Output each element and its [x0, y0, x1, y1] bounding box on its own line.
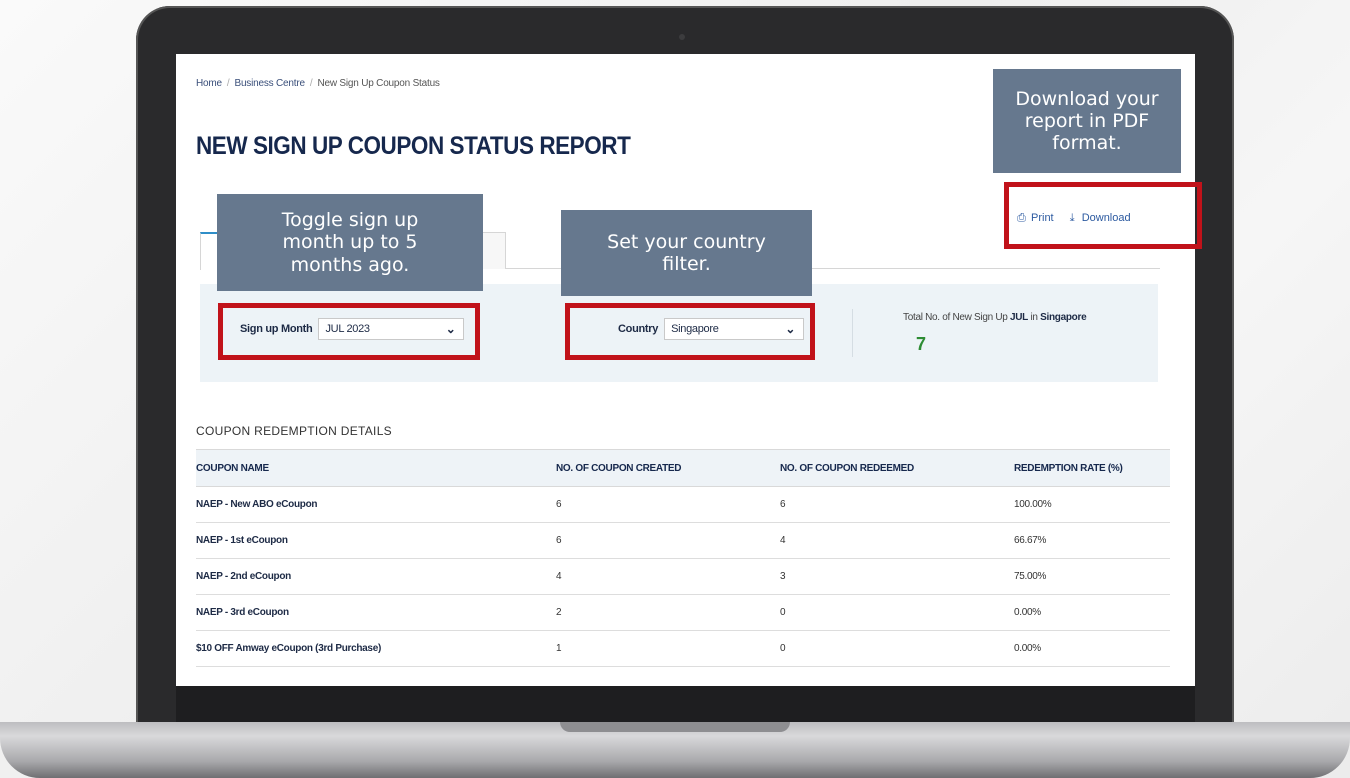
table-row: NAEP - 2nd eCoupon 4 3 75.00%	[196, 558, 1170, 595]
total-month: JUL	[1010, 312, 1028, 323]
cell-created: 6	[556, 522, 780, 559]
callout-month: Toggle sign up month up to 5 months ago.	[217, 194, 483, 291]
total-signup-value: 7	[916, 334, 927, 354]
table-row: NAEP - New ABO eCoupon 6 6 100.00%	[196, 486, 1170, 523]
laptop-hinge	[560, 722, 790, 732]
breadcrumb-current: New Sign Up Coupon Status	[317, 78, 440, 89]
total-label-prefix: Total No. of New Sign Up	[903, 312, 1010, 323]
callout-country: Set your country filter.	[561, 210, 812, 296]
column-header-redeemed: NO. OF COUPON REDEEMED	[780, 449, 1014, 487]
callout-download: Download your report in PDF format.	[993, 69, 1181, 173]
total-country: Singapore	[1040, 312, 1087, 323]
breadcrumb-home-link[interactable]: Home	[196, 78, 222, 89]
cell-coupon-name: NAEP - 3rd eCoupon	[196, 594, 556, 631]
cell-redeemed: 0	[780, 594, 1014, 631]
cell-rate: 66.67%	[1014, 522, 1170, 559]
cell-created: 1	[556, 630, 780, 667]
cell-redeemed: 3	[780, 558, 1014, 595]
column-header-redemption-rate: REDEMPTION RATE (%)	[1014, 449, 1170, 487]
cell-redeemed: 4	[780, 522, 1014, 559]
cell-coupon-name: $10 OFF Amway eCoupon (3rd Purchase)	[196, 630, 556, 667]
total-signup-label: Total No. of New Sign Up JUL in Singapor…	[903, 312, 1087, 323]
filter-divider	[852, 309, 853, 357]
cell-rate: 0.00%	[1014, 594, 1170, 631]
cell-redeemed: 6	[780, 486, 1014, 523]
cell-coupon-name: NAEP - New ABO eCoupon	[196, 486, 556, 523]
page-title: NEW SIGN UP COUPON STATUS REPORT	[196, 132, 631, 160]
highlight-download-actions	[1004, 182, 1202, 249]
laptop-camera	[679, 34, 685, 40]
cell-rate: 0.00%	[1014, 630, 1170, 667]
cell-rate: 75.00%	[1014, 558, 1170, 595]
column-header-coupon-name: COUPON NAME	[196, 449, 556, 487]
cell-created: 4	[556, 558, 780, 595]
table-row: NAEP - 3rd eCoupon 2 0 0.00%	[196, 594, 1170, 631]
cell-coupon-name: NAEP - 2nd eCoupon	[196, 558, 556, 595]
cell-redeemed: 0	[780, 630, 1014, 667]
highlight-sign-up-month	[218, 303, 480, 360]
column-header-created: NO. OF COUPON CREATED	[556, 449, 780, 487]
cell-rate: 100.00%	[1014, 486, 1170, 523]
breadcrumb-separator: /	[309, 78, 313, 89]
cell-created: 6	[556, 486, 780, 523]
table-header-row: COUPON NAME NO. OF COUPON CREATED NO. OF…	[196, 449, 1170, 487]
total-label-mid: in	[1028, 312, 1041, 323]
highlight-country	[565, 303, 815, 360]
table-row: NAEP - 1st eCoupon 6 4 66.67%	[196, 522, 1170, 559]
table-row: $10 OFF Amway eCoupon (3rd Purchase) 1 0…	[196, 630, 1170, 667]
section-title: COUPON REDEMPTION DETAILS	[196, 424, 392, 438]
breadcrumb-separator: /	[226, 78, 230, 89]
screen-bezel-bottom	[176, 686, 1195, 722]
cell-created: 2	[556, 594, 780, 631]
breadcrumb: Home / Business Centre / New Sign Up Coupon …	[196, 78, 440, 89]
breadcrumb-business-centre-link[interactable]: Business Centre	[234, 78, 305, 89]
coupon-table: COUPON NAME NO. OF COUPON CREATED NO. OF…	[196, 449, 1170, 667]
cell-coupon-name: NAEP - 1st eCoupon	[196, 522, 556, 559]
